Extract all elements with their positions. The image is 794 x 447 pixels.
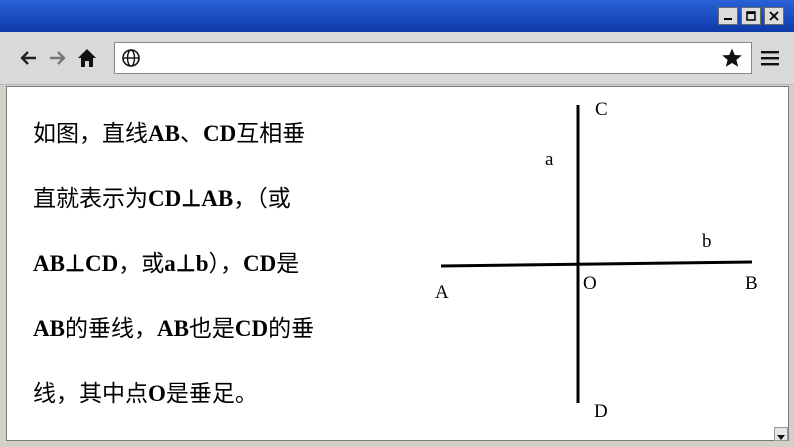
arrow-left-icon xyxy=(20,51,36,65)
line-ab xyxy=(440,260,753,268)
text-segment: CD xyxy=(243,251,277,276)
text-segment: 互相垂 xyxy=(236,121,306,147)
text-line-2: 直就表示为CD⊥AB，（或 xyxy=(33,166,413,231)
label-b: B xyxy=(745,273,758,294)
text-segment: 也是 xyxy=(188,316,235,342)
text-segment: AB⊥CD xyxy=(33,251,119,276)
text-segment: AB xyxy=(148,121,180,146)
explanation-text: 如图，直线AB、CD互相垂 直就表示为CD⊥AB，（或 AB⊥CD，或a⊥b），… xyxy=(33,101,413,426)
url-input[interactable] xyxy=(147,46,711,72)
page-viewport: 如图，直线AB、CD互相垂 直就表示为CD⊥AB，（或 AB⊥CD，或a⊥b），… xyxy=(6,86,789,441)
label-o: O xyxy=(583,273,597,294)
text-segment: 、 xyxy=(179,121,203,147)
text-line-5: 线，其中点O是垂足。 xyxy=(33,361,413,426)
hamburger-menu-icon xyxy=(761,51,779,66)
close-icon xyxy=(769,11,779,21)
forward-button[interactable] xyxy=(46,46,68,70)
text-segment: 直就表示为 xyxy=(33,186,148,212)
label-line-a: a xyxy=(545,149,554,170)
text-segment: 的垂 xyxy=(268,316,315,342)
text-segment: ，（或 xyxy=(233,186,291,212)
arrow-right-icon xyxy=(50,51,66,65)
close-button[interactable] xyxy=(764,7,784,25)
label-line-b: b xyxy=(702,231,712,252)
maximize-button[interactable] xyxy=(741,7,761,25)
text-segment: O xyxy=(148,381,166,406)
scroll-down-button[interactable] xyxy=(774,427,788,441)
text-segment: CD xyxy=(234,316,269,341)
text-segment: ，或 xyxy=(118,251,165,277)
home-icon xyxy=(78,49,96,67)
minimize-button[interactable] xyxy=(718,7,738,25)
minimize-icon xyxy=(724,18,732,20)
browser-toolbar xyxy=(0,32,794,85)
maximize-icon xyxy=(746,11,756,21)
address-bar[interactable] xyxy=(114,42,752,74)
browser-window: 如图，直线AB、CD互相垂 直就表示为CD⊥AB，（或 AB⊥CD，或a⊥b），… xyxy=(0,0,794,447)
text-segment: AB xyxy=(156,316,189,341)
text-segment: 如图，直线 xyxy=(33,121,148,147)
triangle-down-icon xyxy=(777,435,785,440)
bookmark-star-icon[interactable] xyxy=(721,47,743,69)
title-bar xyxy=(0,0,794,33)
menu-button[interactable] xyxy=(758,46,782,70)
text-line-1: 如图，直线AB、CD互相垂 xyxy=(33,101,413,166)
text-segment: ）， xyxy=(208,251,244,277)
text-segment: AB xyxy=(33,316,65,341)
text-segment: CD⊥AB xyxy=(148,186,234,211)
globe-icon xyxy=(122,49,140,67)
label-d: D xyxy=(594,401,608,422)
text-segment: a⊥b xyxy=(164,251,209,276)
text-segment: 的垂线， xyxy=(64,316,157,342)
label-a: A xyxy=(435,282,449,303)
back-button[interactable] xyxy=(18,46,40,70)
text-segment: 是 xyxy=(276,251,300,277)
text-segment: 线，其中点 xyxy=(33,381,148,407)
label-c: C xyxy=(595,99,608,120)
text-segment: 是垂足。 xyxy=(165,381,258,407)
text-segment: CD xyxy=(202,121,237,146)
home-button[interactable] xyxy=(76,46,98,70)
perpendicular-lines-diagram: C D A B O a b xyxy=(435,99,758,422)
text-line-4: AB的垂线，AB也是CD的垂 xyxy=(33,296,413,361)
text-line-3: AB⊥CD，或a⊥b），CD是 xyxy=(33,231,413,296)
